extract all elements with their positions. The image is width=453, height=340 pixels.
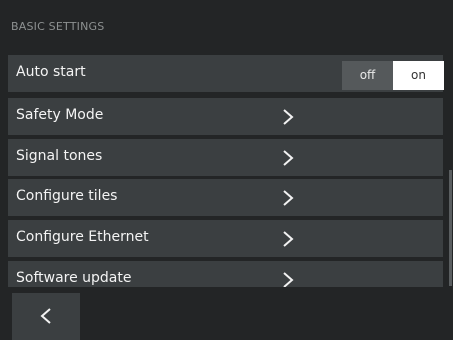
list-item-label: Signal tones xyxy=(16,148,103,164)
auto-start-row: Auto start off on xyxy=(8,55,444,92)
settings-list[interactable]: Auto start off on Safety Mode Signal ton… xyxy=(8,55,445,287)
auto-start-label: Auto start xyxy=(16,64,86,80)
list-item-safety-mode[interactable]: Safety Mode xyxy=(8,98,443,135)
scrollbar[interactable] xyxy=(449,170,452,286)
list-item-signal-tones[interactable]: Signal tones xyxy=(8,139,443,176)
chevron-right-icon xyxy=(283,190,294,206)
list-item-label: Configure tiles xyxy=(16,188,118,204)
chevron-right-icon xyxy=(283,150,294,166)
list-item-label: Configure Ethernet xyxy=(16,229,149,245)
list-item-label: Software update xyxy=(16,270,132,286)
list-item-configure-tiles[interactable]: Configure tiles xyxy=(8,179,443,216)
chevron-right-icon xyxy=(283,109,294,125)
chevron-left-icon xyxy=(40,308,51,324)
section-title: BASIC SETTINGS xyxy=(11,20,105,33)
back-button[interactable] xyxy=(12,293,80,340)
list-item-label: Safety Mode xyxy=(16,107,104,123)
chevron-right-icon xyxy=(283,231,294,247)
list-item-configure-ethernet[interactable]: Configure Ethernet xyxy=(8,220,443,257)
toggle-on-option[interactable]: on xyxy=(393,61,444,90)
settings-screen: BASIC SETTINGS Auto start off on Safety … xyxy=(0,0,453,340)
chevron-right-icon xyxy=(283,272,294,287)
toggle-off-option[interactable]: off xyxy=(342,61,393,90)
list-item-software-update[interactable]: Software update xyxy=(8,261,443,287)
auto-start-toggle[interactable]: off on xyxy=(342,61,444,90)
